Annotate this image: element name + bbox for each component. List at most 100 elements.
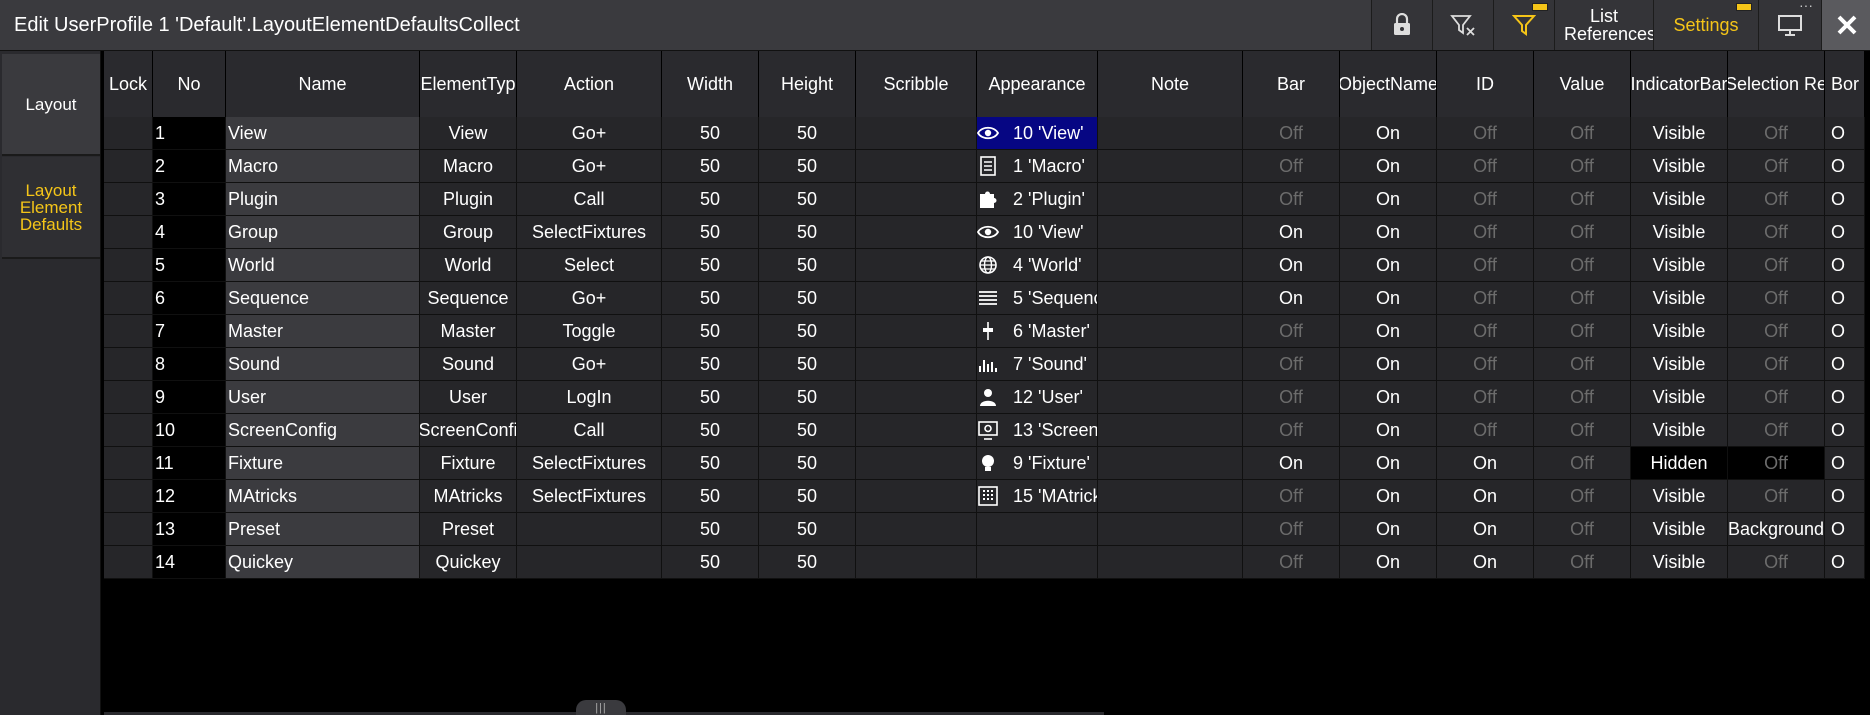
bar-cell[interactable]: Off xyxy=(1243,150,1340,183)
id-cell[interactable]: Off xyxy=(1437,348,1534,381)
scribble-cell[interactable] xyxy=(856,480,977,513)
element-type-cell[interactable]: Macro xyxy=(420,150,517,183)
name-cell[interactable]: Plugin xyxy=(226,183,420,216)
appearance-cell[interactable]: 7 'Sound' xyxy=(977,348,1098,381)
bar-cell[interactable]: Off xyxy=(1243,513,1340,546)
value-cell[interactable]: Off xyxy=(1534,249,1631,282)
no-cell[interactable]: 4 xyxy=(153,216,226,249)
action-cell[interactable]: Toggle xyxy=(517,315,662,348)
border-cell[interactable]: O xyxy=(1825,480,1865,513)
selection-relevance-cell[interactable]: Off xyxy=(1728,216,1825,249)
lock-cell[interactable] xyxy=(104,480,153,513)
border-cell[interactable]: O xyxy=(1825,315,1865,348)
action-cell[interactable]: Select xyxy=(517,249,662,282)
appearance-cell[interactable]: 10 'View' xyxy=(977,117,1098,150)
name-cell[interactable]: Quickey xyxy=(226,546,420,579)
name-cell[interactable]: User xyxy=(226,381,420,414)
action-cell[interactable]: SelectFixtures xyxy=(517,447,662,480)
action-cell[interactable]: Go+ xyxy=(517,348,662,381)
indicator-bar-cell[interactable]: Visible xyxy=(1631,348,1728,381)
col-header-selection-relevance[interactable]: Selection Re xyxy=(1728,51,1825,117)
height-cell[interactable]: 50 xyxy=(759,282,856,315)
scribble-cell[interactable] xyxy=(856,348,977,381)
value-cell[interactable]: Off xyxy=(1534,546,1631,579)
note-cell[interactable] xyxy=(1098,117,1243,150)
selection-relevance-cell[interactable]: Background xyxy=(1728,513,1825,546)
scribble-cell[interactable] xyxy=(856,447,977,480)
id-cell[interactable]: Off xyxy=(1437,216,1534,249)
sidebar-item-layout-element-defaults[interactable]: Layout Element Defaults xyxy=(2,157,100,259)
indicator-bar-cell[interactable]: Visible xyxy=(1631,546,1728,579)
action-cell[interactable]: SelectFixtures xyxy=(517,216,662,249)
col-header-action[interactable]: Action xyxy=(517,51,662,117)
value-cell[interactable]: Off xyxy=(1534,447,1631,480)
lock-cell[interactable] xyxy=(104,117,153,150)
settings-button[interactable]: Settings xyxy=(1653,0,1758,50)
action-cell[interactable]: SelectFixtures xyxy=(517,480,662,513)
lock-cell[interactable] xyxy=(104,216,153,249)
selection-relevance-cell[interactable]: Off xyxy=(1728,150,1825,183)
action-cell[interactable]: Go+ xyxy=(517,150,662,183)
note-cell[interactable] xyxy=(1098,216,1243,249)
table-row[interactable]: 3 Plugin Plugin Call 50 50 2 'Plugin' Off On Off O… xyxy=(104,183,1865,216)
table-row[interactable]: 14 Quickey Quickey 50 50 Off On On Off Visible Off… xyxy=(104,546,1865,579)
lock-cell[interactable] xyxy=(104,249,153,282)
action-cell[interactable]: Call xyxy=(517,183,662,216)
bar-cell[interactable]: Off xyxy=(1243,546,1340,579)
name-cell[interactable]: ScreenConfig xyxy=(226,414,420,447)
appearance-cell[interactable]: 13 'ScreenC xyxy=(977,414,1098,447)
selection-relevance-cell[interactable]: Off xyxy=(1728,348,1825,381)
width-cell[interactable]: 50 xyxy=(662,117,759,150)
col-header-object-name[interactable]: ObjectName xyxy=(1340,51,1437,117)
border-cell[interactable]: O xyxy=(1825,249,1865,282)
object-name-cell[interactable]: On xyxy=(1340,414,1437,447)
appearance-cell[interactable] xyxy=(977,513,1098,546)
note-cell[interactable] xyxy=(1098,480,1243,513)
lock-cell[interactable] xyxy=(104,150,153,183)
col-header-element-type[interactable]: ElementTyp xyxy=(420,51,517,117)
indicator-bar-cell[interactable]: Visible xyxy=(1631,183,1728,216)
col-header-height[interactable]: Height xyxy=(759,51,856,117)
width-cell[interactable]: 50 xyxy=(662,381,759,414)
selection-relevance-cell[interactable]: Off xyxy=(1728,282,1825,315)
note-cell[interactable] xyxy=(1098,150,1243,183)
border-cell[interactable]: O xyxy=(1825,447,1865,480)
name-cell[interactable]: Group xyxy=(226,216,420,249)
selection-relevance-cell[interactable]: Off xyxy=(1728,447,1825,480)
bar-cell[interactable]: Off xyxy=(1243,381,1340,414)
no-cell[interactable]: 14 xyxy=(153,546,226,579)
lock-cell[interactable] xyxy=(104,381,153,414)
height-cell[interactable]: 50 xyxy=(759,546,856,579)
id-cell[interactable]: Off xyxy=(1437,282,1534,315)
object-name-cell[interactable]: On xyxy=(1340,183,1437,216)
height-cell[interactable]: 50 xyxy=(759,117,856,150)
width-cell[interactable]: 50 xyxy=(662,150,759,183)
scribble-cell[interactable] xyxy=(856,315,977,348)
indicator-bar-cell[interactable]: Visible xyxy=(1631,282,1728,315)
name-cell[interactable]: World xyxy=(226,249,420,282)
action-cell[interactable]: LogIn xyxy=(517,381,662,414)
close-button[interactable] xyxy=(1821,0,1870,50)
border-cell[interactable]: O xyxy=(1825,513,1865,546)
value-cell[interactable]: Off xyxy=(1534,414,1631,447)
id-cell[interactable]: Off xyxy=(1437,381,1534,414)
scribble-cell[interactable] xyxy=(856,183,977,216)
list-references-button[interactable]: List References xyxy=(1554,0,1656,50)
width-cell[interactable]: 50 xyxy=(662,183,759,216)
appearance-cell[interactable]: 15 'MAtrick xyxy=(977,480,1098,513)
element-type-cell[interactable]: Sequence xyxy=(420,282,517,315)
col-header-scribble[interactable]: Scribble xyxy=(856,51,977,117)
width-cell[interactable]: 50 xyxy=(662,414,759,447)
col-header-border[interactable]: Bor xyxy=(1825,51,1865,117)
bar-cell[interactable]: Off xyxy=(1243,117,1340,150)
table-row[interactable]: 8 Sound Sound Go+ 50 50 7 'Sound' Off On Off Off Vi… xyxy=(104,348,1865,381)
col-header-appearance[interactable]: Appearance xyxy=(977,51,1098,117)
appearance-cell[interactable]: 4 'World' xyxy=(977,249,1098,282)
scribble-cell[interactable] xyxy=(856,249,977,282)
selection-relevance-cell[interactable]: Off xyxy=(1728,381,1825,414)
value-cell[interactable]: Off xyxy=(1534,282,1631,315)
value-cell[interactable]: Off xyxy=(1534,513,1631,546)
table-row[interactable]: 12 MAtricks MAtricks SelectFixtures 50 50 15 '… xyxy=(104,480,1865,513)
bar-cell[interactable]: Off xyxy=(1243,183,1340,216)
width-cell[interactable]: 50 xyxy=(662,282,759,315)
